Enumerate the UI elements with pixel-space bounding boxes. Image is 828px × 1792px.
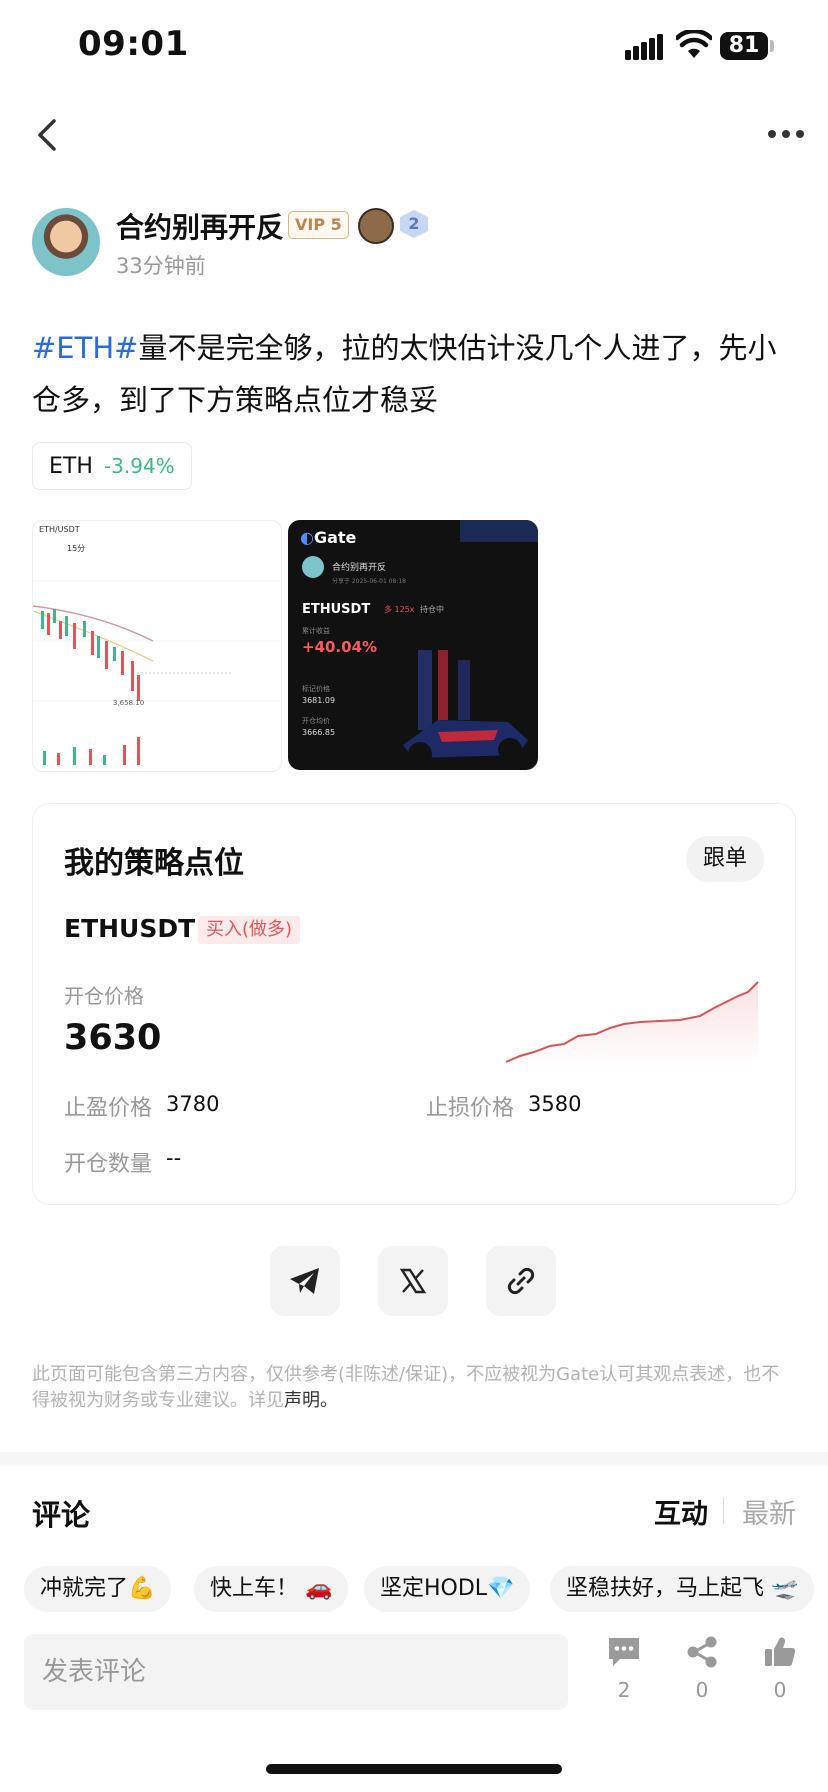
share-x-button[interactable]	[378, 1246, 448, 1316]
copy-link-button[interactable]	[486, 1246, 556, 1316]
tab-interaction[interactable]: 互动	[654, 1492, 708, 1531]
share-action[interactable]: 0	[672, 1636, 732, 1702]
post-time: 33分钟前	[116, 254, 206, 278]
comment-icon	[609, 1638, 639, 1666]
tab-separator	[723, 1498, 724, 1524]
home-indicator	[266, 1764, 562, 1774]
level-badge: 2	[400, 210, 428, 238]
coin-change: -3.94%	[103, 454, 175, 478]
open-price-label: 开仓价格	[64, 984, 144, 1008]
battery-icon: 81	[720, 32, 768, 60]
sponsor-banner	[460, 520, 538, 542]
chart-image[interactable]: ETH/USDT 15分 3,658.10	[32, 520, 282, 772]
telegram-icon	[290, 1268, 319, 1294]
link-icon	[507, 1267, 535, 1295]
quick-comment-pill[interactable]: 冲就完了💪	[24, 1566, 172, 1612]
open-quantity-value: --	[166, 1146, 182, 1170]
battery-tip	[770, 40, 774, 52]
price-sparkline	[505, 981, 759, 1068]
share-icon	[687, 1636, 717, 1668]
comment-action[interactable]: 2	[594, 1636, 654, 1702]
wifi-icon	[676, 30, 712, 58]
race-car-illustration	[403, 650, 528, 766]
strategy-pair: ETHUSDT	[64, 914, 196, 943]
share-pair: ETHUSDT	[302, 602, 371, 617]
share-entry: 3666.85	[302, 728, 336, 737]
section-divider	[0, 1452, 828, 1466]
chart-image-symbol: ETH/USDT	[39, 525, 80, 534]
share-avatar	[302, 556, 324, 578]
more-options-icon[interactable]	[766, 124, 806, 144]
coin-symbol: ETH	[49, 454, 93, 479]
strategy-title: 我的策略点位	[64, 846, 244, 881]
share-telegram-button[interactable]	[270, 1246, 340, 1316]
position-share-image[interactable]: ◐Gate 合约别再开反 分享于 2025-06-01 08:18 ETHUSD…	[288, 520, 538, 770]
open-quantity-label: 开仓数量	[64, 1152, 153, 1177]
author-avatar[interactable]	[32, 208, 100, 276]
share-mark: 3681.09	[302, 696, 336, 705]
tab-latest[interactable]: 最新	[742, 1492, 796, 1531]
comment-input[interactable]	[24, 1634, 568, 1710]
share-mark-label: 标记价格	[302, 685, 330, 693]
stop-loss-value: 3580	[528, 1092, 582, 1116]
follow-trade-button[interactable]: 跟单	[686, 836, 764, 882]
quick-comment-pill[interactable]: 快上车！ 🚗	[194, 1566, 349, 1612]
share-status: 持仓中	[420, 605, 444, 614]
like-action[interactable]: 0	[750, 1636, 810, 1702]
cellular-signal-icon	[625, 34, 663, 60]
comment-input-box[interactable]	[24, 1634, 568, 1710]
strategy-side-badge: 买入(做多)	[198, 916, 301, 944]
take-profit-value: 3780	[166, 1092, 220, 1116]
status-time: 09:01	[78, 24, 189, 64]
take-profit-label: 止盈价格	[64, 1096, 153, 1121]
medal-badge-icon	[358, 208, 394, 244]
share-side: 多 125x	[384, 605, 415, 614]
stop-loss-label: 止损价格	[426, 1096, 515, 1121]
share-entry-label: 开仓均价	[302, 717, 330, 725]
gate-logo: ◐Gate	[300, 528, 357, 547]
post-content: #ETH#量不是完全够，拉的太快估计没几个人进了，先小仓多，到了下方策略点位才稳…	[32, 322, 798, 426]
gate-logo-icon: ◐	[300, 528, 314, 547]
x-icon	[399, 1268, 427, 1294]
disclaimer-text: 此页面可能包含第三方内容，仅供参考(非陈述/保证)，不应被视为Gate认可其观点…	[32, 1364, 780, 1411]
share-time: 分享于 2025-06-01 08:18	[332, 578, 406, 585]
thumbs-up-icon	[765, 1637, 796, 1667]
chart-image-low: 3,658.10	[113, 699, 145, 707]
vip-badge: VIP 5	[288, 211, 349, 239]
share-user: 合约别再开反	[332, 563, 387, 573]
quick-comment-pill[interactable]: 坚稳扶好，马上起飞 🛫	[550, 1566, 815, 1612]
post-text: 量不是完全够，拉的太快估计没几个人进了，先小仓多，到了下方策略点位才稳妥	[32, 331, 777, 417]
author-name[interactable]: 合约别再开反	[116, 206, 284, 246]
comments-title: 评论	[32, 1498, 91, 1532]
share-count: 0	[695, 1678, 709, 1702]
candlestick-thumbnail	[33, 580, 281, 765]
share-pnl: +40.04%	[302, 638, 378, 656]
comment-count: 2	[617, 1678, 631, 1702]
share-pnl-label: 累计收益	[302, 627, 330, 635]
back-icon[interactable]	[36, 118, 58, 152]
like-count: 0	[773, 1678, 787, 1702]
open-price-value: 3630	[64, 1018, 162, 1058]
hashtag-link[interactable]: #ETH#	[32, 331, 138, 365]
disclaimer-link[interactable]: 声明。	[284, 1390, 338, 1411]
coin-chip[interactable]: ETH -3.94%	[32, 442, 192, 490]
disclaimer: 此页面可能包含第三方内容，仅供参考(非陈述/保证)，不应被视为Gate认可其观点…	[32, 1362, 792, 1414]
quick-comment-pill[interactable]: 坚定HODL💎	[364, 1566, 531, 1612]
